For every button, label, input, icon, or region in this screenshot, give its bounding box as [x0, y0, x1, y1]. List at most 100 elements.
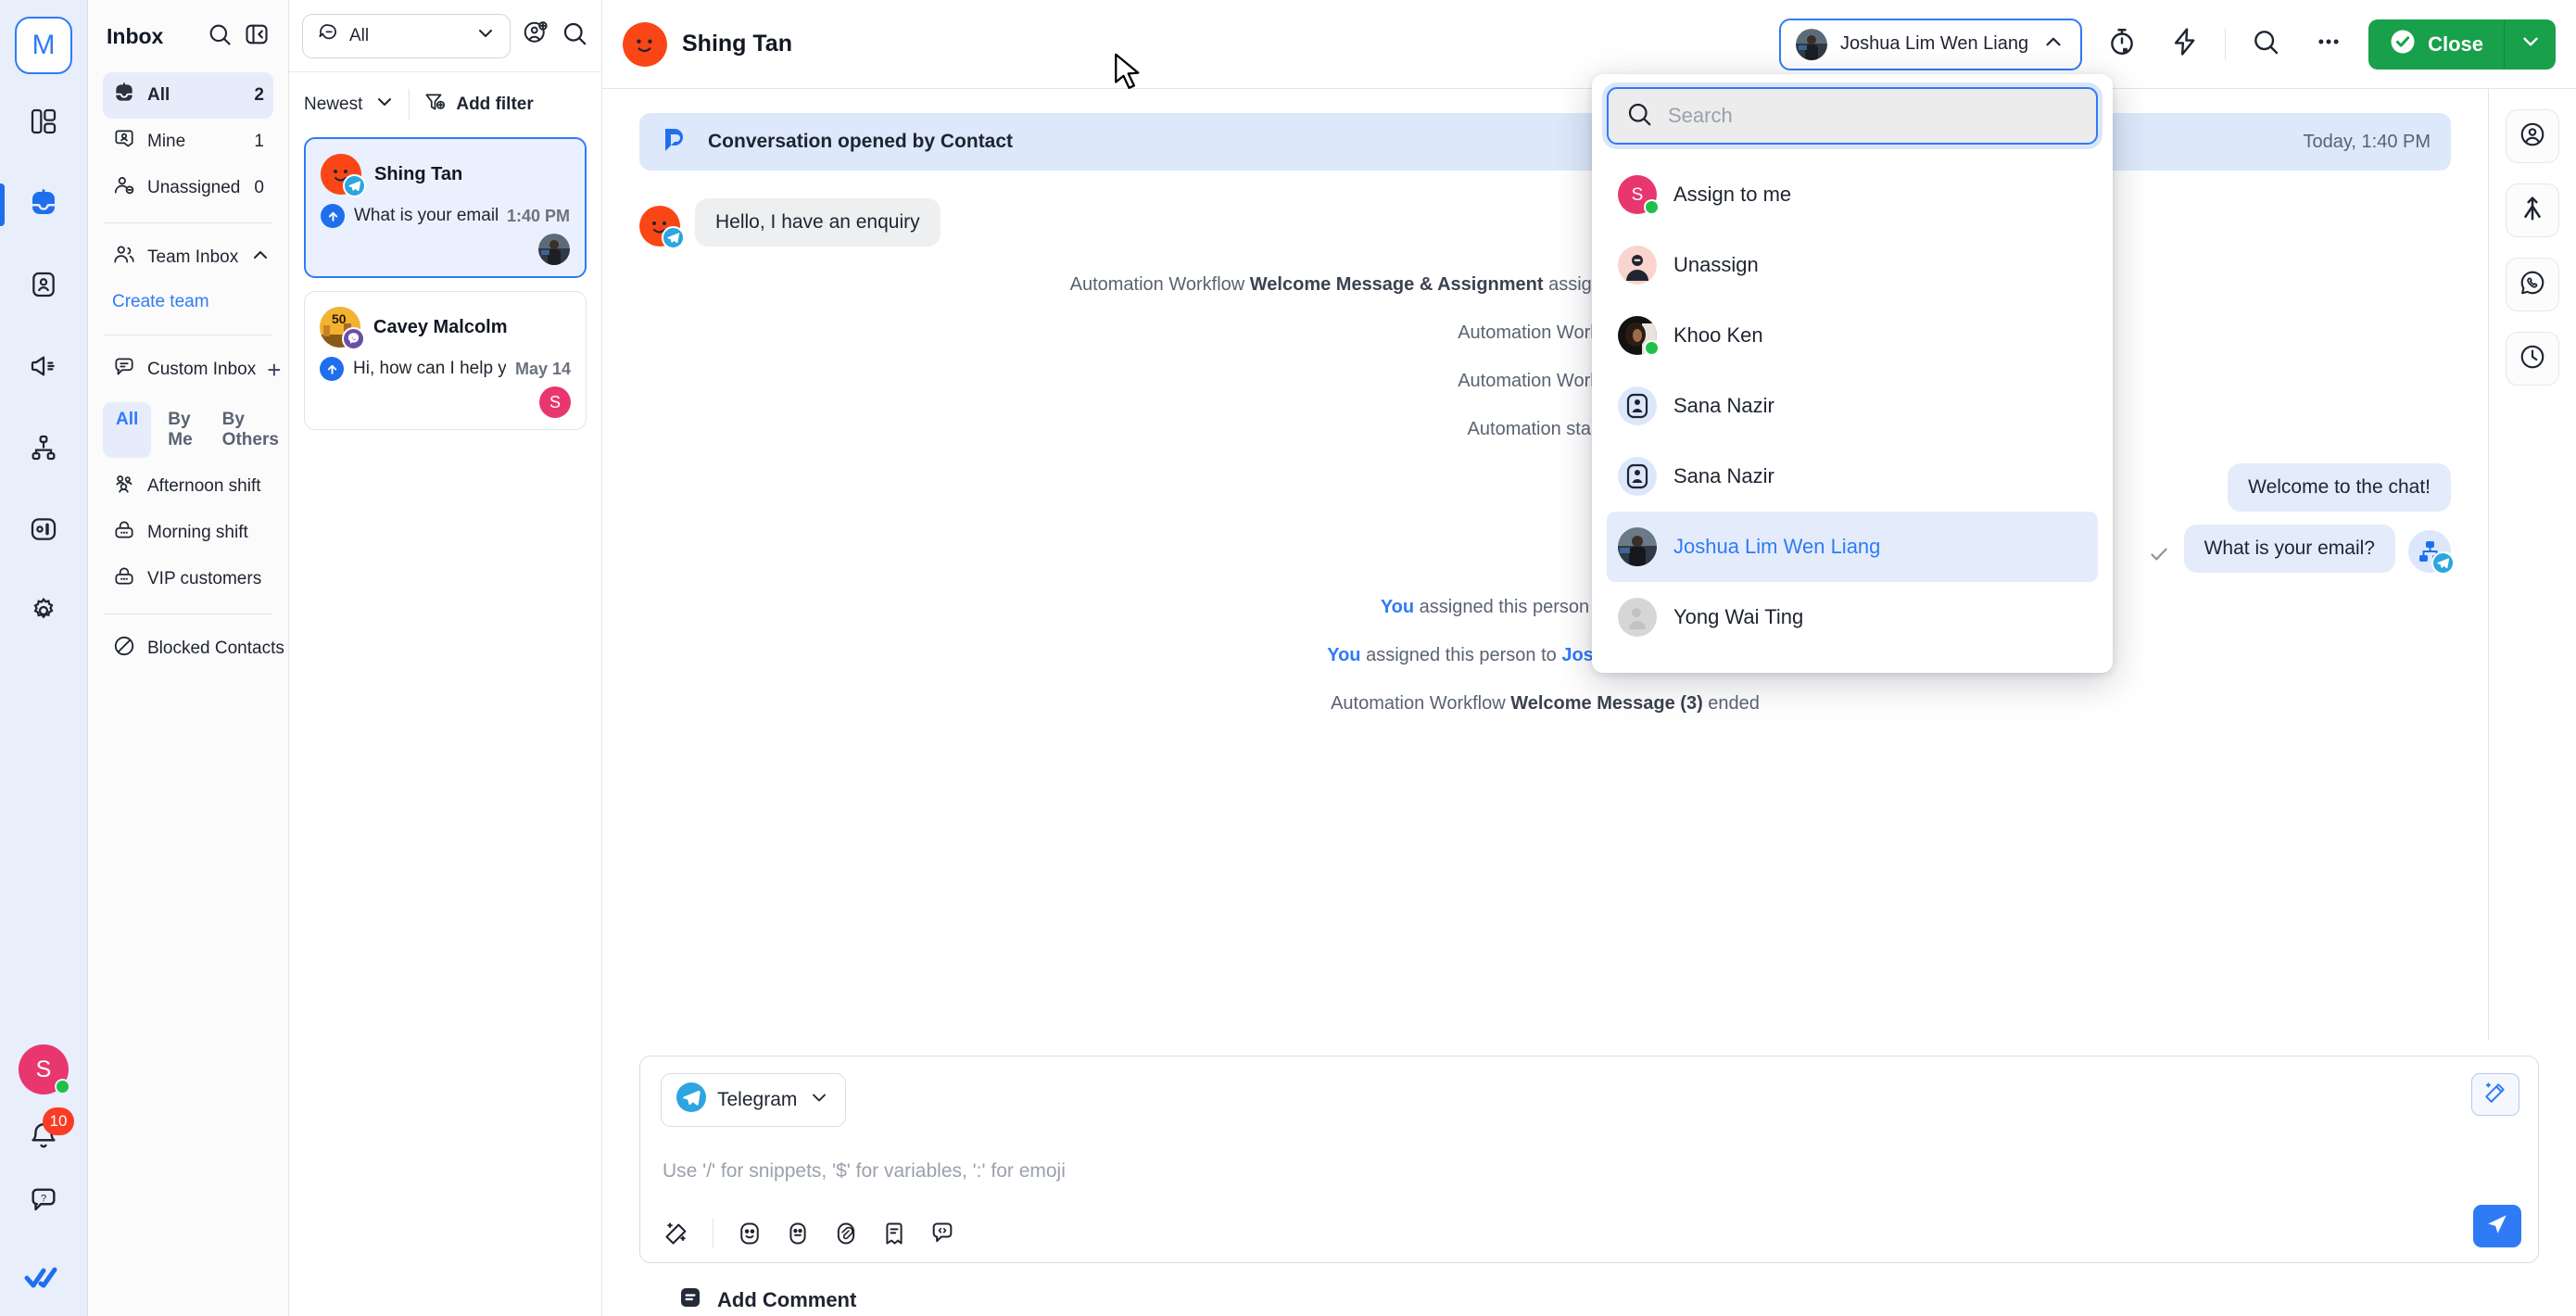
svg-text:S: S [1632, 185, 1644, 205]
conversation-name: Shing Tan [374, 163, 463, 184]
inbox-filter-select[interactable]: All [302, 13, 511, 58]
add-filter-button[interactable]: Add filter [423, 90, 534, 120]
segment-by-others[interactable]: By Others [209, 402, 292, 458]
more-options-button[interactable] [2305, 21, 2352, 68]
conversation-opened-time: Today, 1:40 PM [2303, 131, 2431, 152]
assignee-option-yong-wai-ting[interactable]: Yong Wai Ting [1607, 582, 2098, 652]
sidebar-item-custom-inbox[interactable]: Custom Inbox + [103, 347, 322, 393]
conversation-time: May 14 [514, 359, 571, 378]
inbox-sidebar-header: Inbox [103, 0, 273, 72]
ai-rewrite-button[interactable] [2471, 1073, 2519, 1116]
rail-item-contacts[interactable] [15, 258, 72, 315]
assign-conversation-button[interactable] [522, 19, 549, 52]
sidebar-item-all[interactable]: All 2 [103, 72, 273, 119]
quick-actions-button[interactable] [2162, 21, 2208, 68]
search-input[interactable] [1668, 104, 2079, 128]
send-button[interactable] [2473, 1205, 2521, 1247]
rail-item-dashboard[interactable] [15, 95, 72, 152]
notifications-button[interactable]: 10 [28, 1107, 74, 1157]
sticker-icon[interactable] [782, 1218, 814, 1249]
magic-wand-icon [2483, 1081, 2507, 1109]
assignee-option-sana-nazir-1[interactable]: Sana Nazir [1607, 371, 2098, 441]
contact-profile-icon [2519, 120, 2546, 153]
conversation-item-cavey-malcolm[interactable]: 50 Cavey Malcolm Hi, how can I help y Ma… [304, 291, 587, 430]
assignee-option-unassign[interactable]: Unassign [1607, 230, 2098, 300]
assignment-actor[interactable]: You [1381, 597, 1414, 617]
close-button[interactable]: Close [2368, 19, 2504, 70]
conversation-list-toolbar: All [289, 0, 601, 72]
lock-icon [112, 564, 136, 594]
message-bubble: What is your email? [2183, 525, 2395, 573]
whatsapp-button[interactable] [2506, 258, 2559, 311]
create-team-link[interactable]: Create team [103, 281, 273, 323]
message-input[interactable]: Use '/' for snippets, '$' for variables,… [663, 1160, 2518, 1183]
close-options-button[interactable] [2504, 19, 2556, 70]
assignee-option-khoo-ken[interactable]: Khoo Ken [1607, 300, 2098, 371]
sidebar-item-afternoon-shift[interactable]: Afternoon shift [103, 463, 273, 510]
assignee-dropdown: S Assign to me Unassign [1592, 74, 2113, 673]
sort-order-select[interactable]: Newest [304, 91, 396, 119]
ai-assist-icon[interactable] [661, 1218, 692, 1249]
rail-item-reports[interactable] [15, 502, 72, 560]
workspace-logo[interactable]: M [15, 17, 72, 74]
sidebar-item-morning-shift[interactable]: Morning shift [103, 510, 273, 556]
avatar [1618, 457, 1657, 496]
sidebar-item-team-inbox[interactable]: Team Inbox [103, 234, 273, 281]
channel-select[interactable]: Telegram [661, 1073, 847, 1127]
assignee-option-label: Khoo Ken [1673, 323, 1763, 347]
conversation-item-shing-tan[interactable]: Shing Tan What is your email? 1:40 PM [304, 137, 587, 278]
variable-icon[interactable] [927, 1218, 958, 1249]
rail-item-workflows[interactable] [15, 421, 72, 478]
assignee-option-sana-nazir-2[interactable]: Sana Nazir [1607, 441, 2098, 512]
sidebar-item-label: Blocked Contacts [147, 639, 284, 658]
sidebar-item-unassigned[interactable]: Unassigned 0 [103, 165, 273, 211]
rail-item-inbox[interactable] [0, 176, 72, 234]
add-comment-button[interactable]: Add Comment [639, 1263, 2539, 1316]
segment-by-me[interactable]: By Me [155, 402, 205, 458]
inbox-search-button[interactable] [207, 21, 233, 52]
comment-filter-icon [316, 21, 340, 51]
double-check-icon [24, 1267, 63, 1295]
history-button[interactable] [2506, 332, 2559, 386]
sidebar-item-mine[interactable]: Mine 1 [103, 119, 273, 165]
chevron-down-icon [2519, 30, 2543, 58]
divider [2225, 28, 2227, 60]
page-title: Inbox [107, 23, 164, 48]
assignee-select[interactable]: Joshua Lim Wen Liang [1778, 18, 2083, 70]
attachment-icon[interactable] [830, 1218, 862, 1249]
outgoing-message: What is your email? [639, 525, 2455, 575]
people-icon [112, 243, 136, 272]
collapse-sidebar-button[interactable] [244, 21, 270, 52]
viber-icon [342, 327, 365, 350]
telegram-icon [676, 1082, 706, 1118]
conversation-search-button[interactable] [561, 19, 588, 52]
sidebar-item-blocked-contacts[interactable]: Blocked Contacts [103, 626, 284, 672]
user-initial: S [35, 1056, 52, 1082]
assignee-avatar: S [539, 386, 571, 418]
assignee-search-wrapper[interactable] [1607, 87, 2098, 145]
assignee-option-joshua-lim-wen-liang[interactable]: Joshua Lim Wen Liang [1607, 512, 2098, 582]
avatar[interactable]: S [19, 1044, 70, 1095]
help-button[interactable]: ? [28, 1184, 59, 1221]
search-icon [561, 19, 588, 52]
search-icon [2251, 27, 2280, 61]
merge-button[interactable] [2506, 183, 2559, 237]
rail-item-broadcasts[interactable] [15, 339, 72, 397]
assignee-name: Joshua Lim Wen Liang [1839, 33, 2029, 54]
composer-tools [661, 1218, 2518, 1249]
assignment-middle: assigned this person to [1414, 597, 1615, 617]
conversation-body: Conversation opened by Contact Today, 1:… [602, 89, 2576, 1041]
emoji-icon[interactable] [734, 1218, 765, 1249]
plus-icon[interactable]: + [267, 358, 281, 382]
assignment-actor[interactable]: You [1327, 645, 1360, 665]
segment-all[interactable]: All [103, 402, 152, 458]
assignee-option-assign-to-me[interactable]: S Assign to me [1607, 159, 2098, 230]
rail-item-settings[interactable] [15, 584, 72, 641]
snooze-button[interactable] [2099, 21, 2145, 68]
search-messages-button[interactable] [2242, 21, 2289, 68]
check-circle-icon [2389, 28, 2417, 61]
close-conversation-group[interactable]: Close [2368, 19, 2556, 70]
snippet-icon[interactable] [878, 1218, 910, 1249]
sidebar-item-vip-customers[interactable]: VIP customers [103, 556, 273, 602]
contact-profile-button[interactable] [2506, 109, 2559, 163]
